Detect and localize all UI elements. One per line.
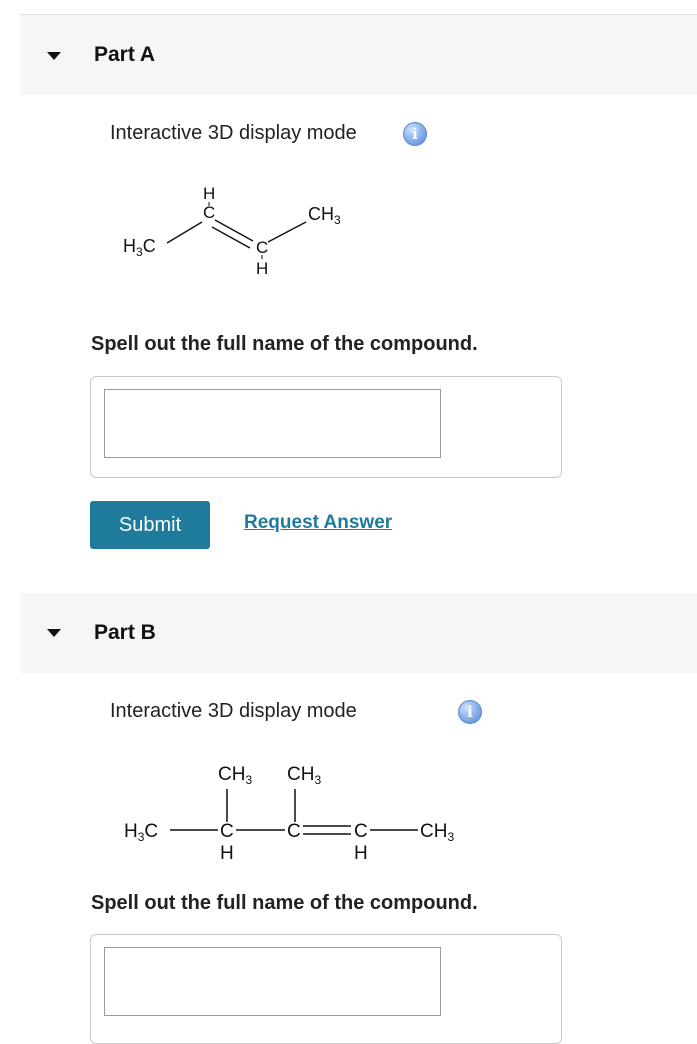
atom-c2-h: H [220, 843, 234, 864]
molecule-b: H3C C H CH3 C CH3 C H CH3 [124, 764, 454, 864]
atom-ch3-right: CH3 [308, 204, 341, 227]
atom-c-upper: C [203, 203, 215, 222]
answer-box [90, 376, 562, 478]
answer-input[interactable] [104, 947, 441, 1016]
atom-c2: C [220, 821, 234, 842]
atom-c2-ch3: CH3 [218, 764, 252, 787]
display-mode-label: Interactive 3D display mode [110, 122, 357, 144]
part-a-title: Part A [94, 43, 156, 66]
display-mode-label: Interactive 3D display mode [110, 700, 357, 722]
atom-c4-h: H [354, 843, 368, 864]
atom-c4: C [354, 821, 368, 842]
submit-button[interactable]: Submit [90, 501, 210, 549]
atom-h3c: H3C [124, 821, 158, 844]
part-b-header[interactable]: Part B [20, 593, 697, 673]
request-answer-link[interactable]: Request Answer [244, 512, 392, 534]
atom-c-lower: C [256, 238, 268, 257]
question-text: Spell out the full name of the compound. [91, 333, 478, 355]
answer-input[interactable] [104, 389, 441, 458]
molecule-a: H3C H C C H CH3 [123, 184, 341, 278]
part-a-header[interactable]: Part A [20, 15, 697, 95]
atom-ch3-right: CH3 [420, 821, 454, 844]
atom-c3: C [287, 821, 301, 842]
info-icon[interactable]: i [458, 700, 482, 724]
part-b-title: Part B [94, 621, 156, 644]
caret-down-icon[interactable] [47, 52, 61, 60]
atom-h-upper: H [203, 184, 215, 203]
caret-down-icon[interactable] [47, 629, 61, 637]
atom-h-lower: H [256, 259, 268, 278]
info-icon[interactable]: i [403, 122, 427, 146]
question-text: Spell out the full name of the compound. [91, 892, 478, 914]
answer-box [90, 934, 562, 1044]
atom-h3c: H3C [123, 236, 156, 259]
atom-c3-ch3: CH3 [287, 764, 321, 787]
